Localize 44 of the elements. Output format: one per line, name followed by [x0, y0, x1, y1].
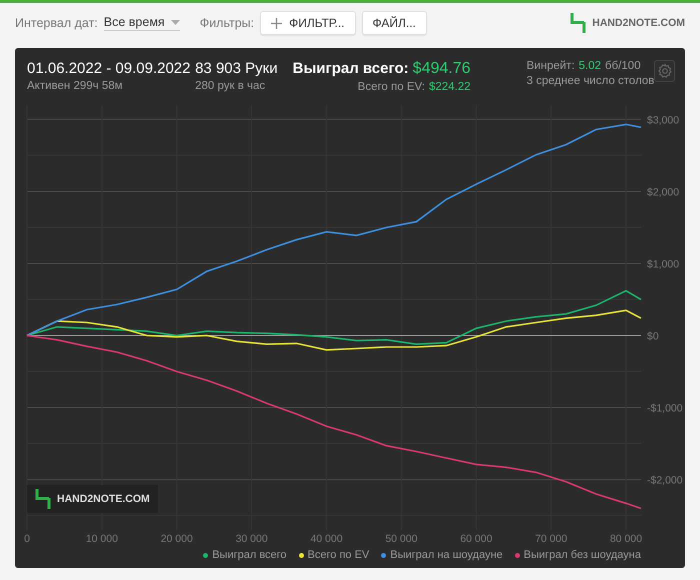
winrate-label: Винрейт: — [526, 60, 575, 72]
winrate-unit: бб/100 — [605, 60, 641, 72]
watermark-text: HAND2NOTE.COM — [57, 493, 150, 505]
settings-button[interactable] — [654, 60, 675, 82]
won-total-label: Выиграл всего: — [292, 60, 409, 77]
ev-total-value: $224.22 — [428, 81, 471, 93]
date-range-label: Интервал дат: — [15, 16, 98, 30]
plus-icon — [271, 18, 282, 28]
legend-label: Всего по EV — [308, 549, 370, 561]
date-period: 01.06.2022 - 09.09.2022 — [27, 60, 192, 77]
y-axis-label: $2,000 — [647, 186, 680, 198]
settings-icon — [656, 63, 673, 79]
x-axis-label: 60 000 — [460, 533, 492, 545]
legend-label: Выиграл без шоудауна — [524, 549, 641, 561]
add-filter-button[interactable]: ФИЛЬТР... — [260, 11, 356, 35]
x-axis-label: 50 000 — [385, 533, 418, 545]
caret-icon — [170, 20, 180, 24]
average-tables: 3 среднее число столов — [526, 75, 654, 87]
logo-icon — [570, 13, 586, 33]
x-axis-label: 10 000 — [86, 533, 118, 545]
active-time: Активен 299ч 58м — [27, 80, 124, 92]
y-axis-label: $1,000 — [647, 258, 680, 270]
hands-count: 83 903 Руки — [195, 60, 279, 77]
legend-label: Выиграл всего — [212, 549, 287, 561]
won-total-value: $494.76 — [412, 60, 471, 78]
y-axis-label: $3,000 — [647, 114, 680, 126]
file-button[interactable]: ФАЙЛ... — [362, 11, 427, 35]
legend-label: Выиграл на шоудауне — [390, 549, 503, 561]
x-axis-label: 70 000 — [535, 533, 568, 545]
x-axis-label: 30 000 — [236, 533, 268, 545]
x-axis-label: 80 000 — [610, 533, 642, 545]
y-axis-label: -$2,000 — [647, 474, 683, 487]
date-range-dropdown[interactable]: Все время — [104, 15, 180, 31]
x-axis-label: 20 000 — [160, 533, 193, 545]
x-axis-label: 0 — [24, 533, 30, 545]
hands-per-hour: 280 рук в час — [195, 80, 266, 92]
logo-icon — [35, 489, 51, 509]
logo-text: HAND2NOTE.COM — [592, 17, 685, 29]
filters-label: Фильтры: — [200, 16, 254, 30]
ev-total-label: Всего по EV: — [358, 81, 425, 93]
x-axis-label: 40 000 — [310, 533, 343, 545]
y-axis-label: $0 — [647, 330, 659, 342]
winrate-value: 5.02 — [578, 60, 602, 72]
y-axis-label: -$1,000 — [647, 402, 683, 415]
